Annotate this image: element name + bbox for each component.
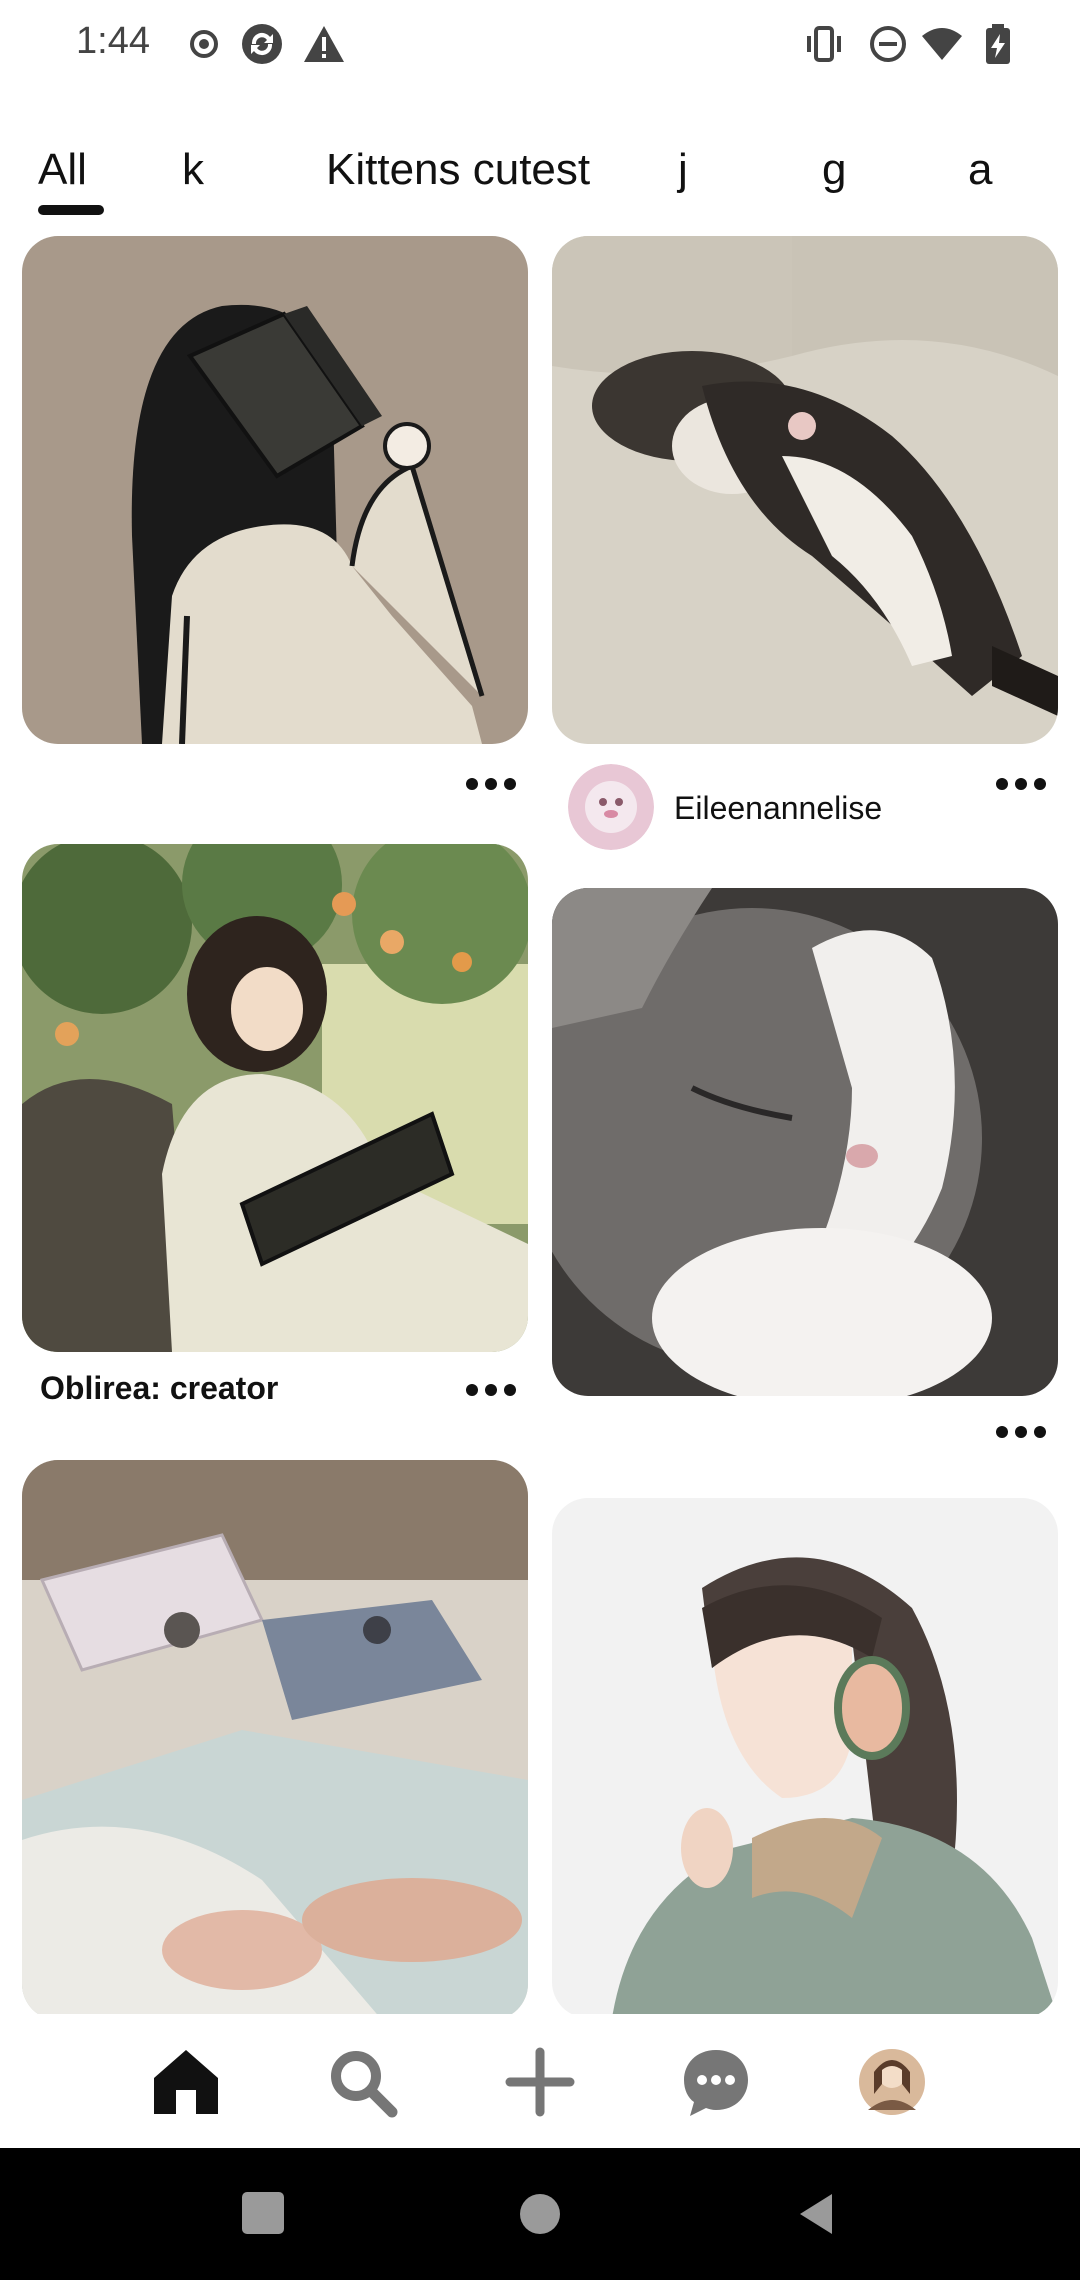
pin-image[interactable] <box>22 844 528 1352</box>
tab-j[interactable]: j <box>678 140 688 210</box>
status-bar: 1:44 <box>0 0 1080 90</box>
pin-image[interactable] <box>22 236 528 744</box>
system-navigation-bar <box>0 2148 1080 2280</box>
battery-charging-icon <box>976 22 1020 66</box>
bottom-navigation <box>0 2014 1080 2148</box>
pin-image[interactable] <box>22 1460 528 2014</box>
more-options-icon[interactable] <box>466 1380 516 1400</box>
search-icon[interactable] <box>324 2044 400 2120</box>
status-time: 1:44 <box>76 20 150 62</box>
pin-image[interactable] <box>552 888 1058 1396</box>
back-button[interactable] <box>796 2192 836 2236</box>
pin-image[interactable] <box>552 1498 1058 2014</box>
pin-feed[interactable]: Oblirea: creator Eileenannelise <box>0 236 1080 2014</box>
pin-author-name[interactable]: Eileenannelise <box>674 790 882 827</box>
tab-g[interactable]: g <box>822 140 846 210</box>
pin-image[interactable] <box>552 236 1058 744</box>
more-options-icon[interactable] <box>996 1422 1046 1442</box>
tab-all[interactable]: All <box>38 140 87 210</box>
sync-icon <box>240 22 284 66</box>
warning-icon <box>302 22 346 66</box>
pin-caption[interactable]: Oblirea: creator <box>40 1370 278 1407</box>
tab-selected-indicator <box>38 205 104 215</box>
profile-avatar[interactable] <box>854 2044 930 2120</box>
messages-icon[interactable] <box>678 2044 754 2120</box>
vibrate-icon <box>802 22 846 66</box>
author-avatar[interactable] <box>568 764 654 850</box>
create-icon[interactable] <box>502 2044 578 2120</box>
do-not-disturb-icon <box>866 22 910 66</box>
home-button[interactable] <box>520 2194 560 2234</box>
recents-button[interactable] <box>242 2192 284 2234</box>
wifi-icon <box>920 22 964 66</box>
tab-k[interactable]: k <box>182 140 204 210</box>
tab-a[interactable]: a <box>968 140 992 210</box>
record-icon <box>182 22 226 66</box>
more-options-icon[interactable] <box>996 774 1046 794</box>
board-tabs: All k Kittens cutest j g a <box>0 140 1080 220</box>
tab-kittens-cutest[interactable]: Kittens cutest <box>326 140 590 210</box>
home-icon[interactable] <box>148 2044 224 2120</box>
more-options-icon[interactable] <box>466 774 516 794</box>
